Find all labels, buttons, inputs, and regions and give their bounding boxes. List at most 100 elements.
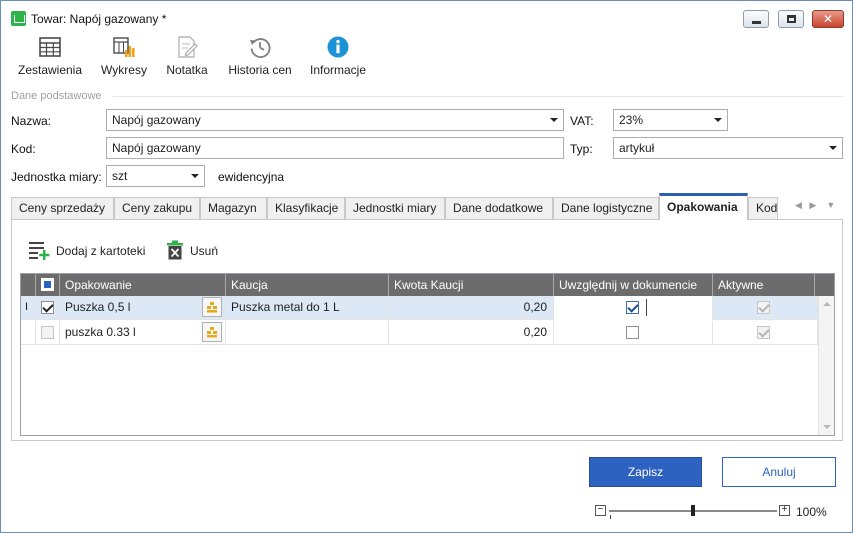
- toolbar-informacje-button[interactable]: Informacje: [308, 35, 368, 77]
- chevron-down-icon[interactable]: [550, 118, 558, 122]
- window-title: Towar: Napój gazowany *: [31, 12, 167, 26]
- header-kaucja[interactable]: Kaucja: [226, 274, 389, 296]
- select-all-checkbox[interactable]: [41, 278, 54, 291]
- type-select[interactable]: artykuł: [613, 137, 843, 159]
- cell-aktywne[interactable]: [713, 296, 818, 320]
- chart-icon: [113, 37, 135, 57]
- table-icon: [39, 37, 61, 57]
- toolbar-label: Notatka: [166, 63, 208, 77]
- cell-kaucja[interactable]: [226, 321, 389, 345]
- tab-ceny-zakupu[interactable]: Ceny zakupu: [114, 197, 200, 219]
- chevron-down-icon[interactable]: [829, 146, 837, 150]
- tab-dane-logistyczne[interactable]: Dane logistyczne: [553, 197, 659, 219]
- unit-value: szt: [112, 169, 128, 183]
- cell-kwota-kaucji[interactable]: 0,20: [389, 321, 554, 345]
- row-select-cell[interactable]: [36, 321, 60, 345]
- include-checkbox[interactable]: [626, 301, 639, 314]
- toolbar-label: Wykresy: [101, 63, 147, 77]
- name-value: Napój gazowany: [112, 113, 201, 127]
- close-button[interactable]: ✕: [812, 10, 844, 28]
- header-opakowanie[interactable]: Opakowanie: [60, 274, 226, 296]
- maximize-icon: [787, 15, 796, 23]
- note-icon: [178, 36, 198, 58]
- include-checkbox[interactable]: [626, 326, 639, 339]
- type-value: artykuł: [619, 141, 655, 155]
- maximize-button[interactable]: [778, 10, 804, 28]
- toolbar-label: Historia cen: [228, 63, 292, 77]
- minimize-button[interactable]: [743, 10, 769, 28]
- active-checkbox: [757, 326, 770, 339]
- delete-label: Usuń: [190, 244, 219, 258]
- cell-uwzglednij[interactable]: [554, 321, 713, 345]
- cell-opakowanie-text: puszka 0.33 l: [65, 325, 136, 339]
- header-aktywne[interactable]: Aktywne: [713, 274, 815, 296]
- minimize-icon: [752, 21, 761, 24]
- cell-opakowanie-text: Puszka 0,5 l: [65, 300, 131, 314]
- cancel-button[interactable]: Anuluj: [722, 457, 836, 487]
- zoom-level: 100%: [796, 505, 827, 519]
- row-checkbox[interactable]: [41, 301, 54, 314]
- unit-note: ewidencyjna: [218, 170, 285, 184]
- toolbar-historia-cen-button[interactable]: Historia cen: [225, 35, 295, 77]
- toolbar-zestawienia-button[interactable]: Zestawienia: [17, 35, 83, 77]
- vat-select[interactable]: 23%: [613, 109, 728, 131]
- toolbar-label: Zestawienia: [17, 63, 83, 77]
- scroll-up-icon[interactable]: [823, 302, 831, 306]
- header-select-all[interactable]: [36, 274, 60, 296]
- lookup-button[interactable]: [202, 297, 222, 317]
- row-checkbox[interactable]: [41, 326, 54, 339]
- save-button[interactable]: Zapisz: [589, 457, 702, 487]
- cell-kaucja[interactable]: Puszka metal do 1 L: [226, 296, 389, 320]
- tab-ceny-sprzedazy[interactable]: Ceny sprzedaży: [11, 197, 114, 219]
- toolbar-notatka-button[interactable]: Notatka: [163, 35, 211, 77]
- tab-strip: Ceny sprzedaży Ceny zakupu Magazyn Klasy…: [11, 193, 843, 220]
- vat-label: VAT:: [570, 114, 594, 128]
- name-label: Nazwa:: [11, 114, 52, 128]
- coins-icon: [207, 302, 217, 313]
- app-icon: [11, 11, 26, 26]
- toolbar-wykresy-button[interactable]: Wykresy: [99, 35, 149, 77]
- row-marker: [21, 321, 36, 345]
- zoom-in-button[interactable]: +: [779, 505, 790, 516]
- window: Towar: Napój gazowany * ✕ Zestawienia Wy…: [0, 0, 853, 533]
- lookup-button[interactable]: [202, 322, 222, 342]
- cell-opakowanie[interactable]: Puszka 0,5 l: [60, 296, 226, 320]
- add-label: Dodaj z kartoteki: [56, 244, 146, 258]
- chevron-down-icon[interactable]: [191, 174, 199, 178]
- tab-jednostki-miary[interactable]: Jednostki miary: [345, 197, 445, 219]
- tab-klasyfikacje[interactable]: Klasyfikacje: [267, 197, 345, 219]
- header-uwzglednij[interactable]: Uwzględnij w dokumencie: [554, 274, 713, 296]
- unit-label: Jednostka miary:: [11, 170, 102, 184]
- cell-aktywne[interactable]: [713, 321, 818, 345]
- name-field[interactable]: Napój gazowany: [106, 109, 564, 131]
- tab-kod[interactable]: Kod: [748, 197, 778, 219]
- table-row[interactable]: puszka 0.33 l 0,20: [21, 321, 818, 345]
- type-label: Typ:: [570, 142, 593, 156]
- active-checkbox: [757, 301, 770, 314]
- grid-scrollbar[interactable]: [818, 296, 834, 435]
- zoom-slider-thumb[interactable]: [691, 505, 695, 516]
- chevron-down-icon[interactable]: [714, 118, 722, 122]
- cell-uwzglednij[interactable]: [554, 296, 713, 320]
- unit-select[interactable]: szt: [106, 165, 205, 187]
- scroll-down-icon[interactable]: [823, 425, 831, 429]
- title-bar: Towar: Napój gazowany * ✕: [1, 1, 852, 31]
- tab-magazyn[interactable]: Magazyn: [200, 197, 267, 219]
- header-kwota-kaucji[interactable]: Kwota Kaucji: [389, 274, 554, 296]
- row-marker: I: [21, 296, 36, 320]
- tab-scroll-arrows[interactable]: ◀ ▶ ▼: [795, 200, 835, 211]
- cell-opakowanie[interactable]: puszka 0.33 l: [60, 321, 226, 345]
- table-row[interactable]: I Puszka 0,5 l Puszka metal do 1 L 0,20: [21, 296, 818, 320]
- section-divider: [113, 96, 843, 97]
- zoom-out-button[interactable]: −: [595, 505, 606, 516]
- history-icon: [250, 38, 271, 58]
- row-select-cell[interactable]: [36, 296, 60, 320]
- code-value: Napój gazowany: [112, 141, 201, 155]
- cell-kwota-kaucji[interactable]: 0,20: [389, 296, 554, 320]
- tab-dane-dodatkowe[interactable]: Dane dodatkowe: [445, 197, 553, 219]
- close-icon: ✕: [822, 12, 834, 26]
- code-field[interactable]: Napój gazowany: [106, 137, 564, 159]
- packaging-grid: Opakowanie Kaucja Kwota Kaucji Uwzględni…: [20, 273, 835, 436]
- tab-opakowania[interactable]: Opakowania: [659, 193, 748, 220]
- trash-icon: [167, 240, 183, 260]
